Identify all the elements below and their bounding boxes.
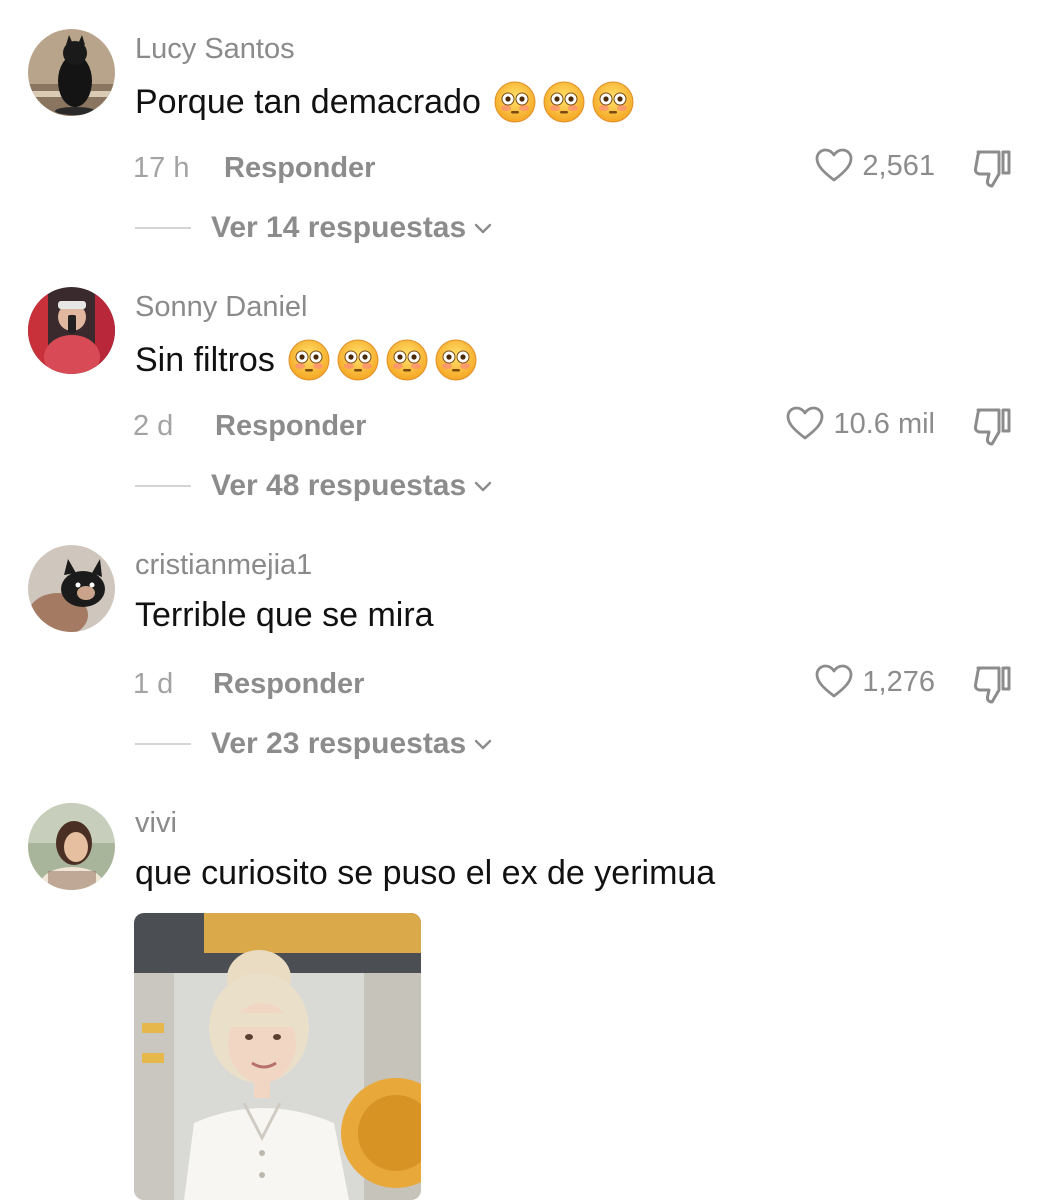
- avatar[interactable]: [28, 287, 115, 374]
- comment-username[interactable]: Sonny Daniel: [135, 291, 308, 324]
- thumbs-down-icon[interactable]: [969, 146, 1015, 192]
- comment-text-content: Sin filtros: [135, 340, 275, 379]
- heart-outline-icon[interactable]: [814, 662, 854, 702]
- flushed-face-icon: [336, 338, 380, 382]
- reply-button[interactable]: Responder: [215, 410, 366, 443]
- divider-line: [135, 485, 191, 487]
- like-button[interactable]: 10.6 mil: [785, 404, 935, 444]
- comment-text-content: Porque tan demacrado: [135, 82, 481, 121]
- emoji-row: [287, 338, 483, 382]
- like-button[interactable]: 2,561: [814, 146, 935, 186]
- comment-timestamp: 1 d: [133, 668, 174, 700]
- flushed-face-icon: [287, 338, 331, 382]
- chevron-down-icon: [472, 733, 494, 755]
- comment-text: Terrible que se mira: [135, 596, 434, 635]
- view-replies-button[interactable]: Ver 48 respuestas: [135, 469, 494, 503]
- chevron-down-icon: [472, 217, 494, 239]
- heart-outline-icon[interactable]: [785, 404, 825, 444]
- avatar[interactable]: [28, 545, 115, 632]
- avatar[interactable]: [28, 803, 115, 890]
- flushed-face-icon: [542, 80, 586, 124]
- comment-timestamp: 17 h: [133, 152, 190, 184]
- emoji-row: [493, 80, 640, 124]
- flushed-face-icon: [434, 338, 478, 382]
- comment-text: Porque tan demacrado: [135, 80, 640, 124]
- view-replies-label: Ver 14 respuestas: [211, 211, 467, 244]
- like-count: 10.6 mil: [833, 407, 935, 440]
- comment-text: Sin filtros: [135, 338, 483, 382]
- comment-username[interactable]: vivi: [135, 807, 177, 840]
- divider-line: [135, 743, 191, 745]
- comment-text: que curiosito se puso el ex de yerimua: [135, 854, 715, 893]
- chevron-down-icon: [472, 475, 494, 497]
- view-replies-button[interactable]: Ver 23 respuestas: [135, 727, 494, 761]
- flushed-face-icon: [385, 338, 429, 382]
- like-button[interactable]: 1,276: [814, 662, 935, 702]
- view-replies-label: Ver 48 respuestas: [211, 469, 467, 502]
- comment-username[interactable]: cristianmejia1: [135, 549, 312, 582]
- thumbs-down-icon[interactable]: [969, 662, 1015, 708]
- thumbs-down-icon[interactable]: [969, 404, 1015, 450]
- like-count: 1,276: [862, 665, 935, 698]
- comment-timestamp: 2 d: [133, 410, 174, 442]
- flushed-face-icon: [493, 80, 537, 124]
- comment-text-content: Terrible que se mira: [135, 596, 434, 634]
- heart-outline-icon[interactable]: [814, 146, 854, 186]
- like-count: 2,561: [862, 149, 935, 182]
- divider-line: [135, 227, 191, 229]
- reply-button[interactable]: Responder: [224, 152, 375, 185]
- comment-username[interactable]: Lucy Santos: [135, 33, 295, 66]
- flushed-face-icon: [591, 80, 635, 124]
- view-replies-label: Ver 23 respuestas: [211, 727, 467, 760]
- comment-text-content: que curiosito se puso el ex de yerimua: [135, 854, 716, 892]
- gif-attachment[interactable]: [134, 913, 421, 1200]
- avatar[interactable]: [28, 29, 115, 116]
- reply-button[interactable]: Responder: [213, 668, 364, 701]
- view-replies-button[interactable]: Ver 14 respuestas: [135, 211, 494, 245]
